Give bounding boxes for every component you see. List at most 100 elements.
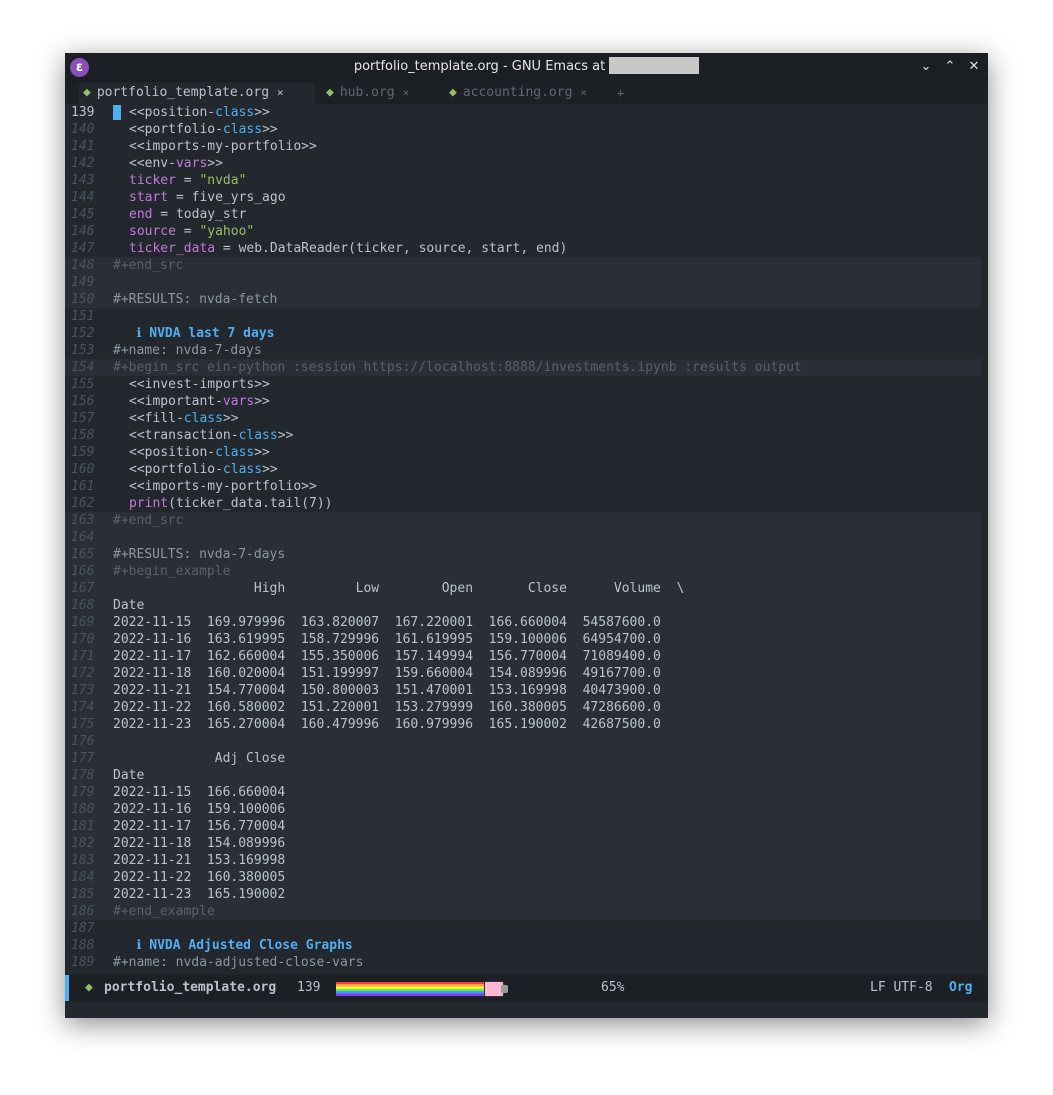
token-text: <<imports-my-portfolio>> <box>129 139 317 154</box>
nyan-scroll-indicator[interactable] <box>336 982 485 996</box>
code-line[interactable]: 175 2022-11-23 165.270004 160.479996 160.… <box>65 716 981 733</box>
code-line[interactable]: 166 #+begin_example <box>65 563 981 580</box>
code-line[interactable]: 174 2022-11-22 160.580002 151.220001 153.… <box>65 699 981 716</box>
token-meta: #+begin_example <box>113 564 231 579</box>
line-text: Date <box>113 767 144 784</box>
code-line[interactable]: 168 Date <box>65 597 981 614</box>
token-bullet: ℹ <box>113 938 150 953</box>
token-text: = <box>175 173 200 188</box>
code-line[interactable]: 155 <<invest-imports>> <box>65 376 981 393</box>
line-number: 166 <box>71 564 95 579</box>
token-keyword: class <box>183 411 223 426</box>
echo-area <box>65 1001 988 1018</box>
line-text: 2022-11-22 160.380005 <box>113 869 285 886</box>
code-line[interactable]: 186 #+end_example <box>65 903 981 920</box>
token-var: start <box>129 190 169 205</box>
code-line[interactable]: 159 <<position-class>> <box>65 444 981 461</box>
token-text: Date <box>113 598 145 613</box>
line-text: <<fill-class>> <box>129 410 239 427</box>
code-line[interactable]: 169 2022-11-15 169.979996 163.820007 167.… <box>65 614 981 631</box>
token-text: <<transaction- <box>129 428 239 443</box>
line-number: 142 <box>71 156 95 171</box>
modeline-major-mode[interactable]: Org <box>949 975 972 1001</box>
maximize-icon[interactable]: ⌃ <box>941 58 959 76</box>
code-line[interactable]: 183 2022-11-21 153.169998 <box>65 852 981 869</box>
code-line[interactable]: 188 ℹ NVDA Adjusted Close Graphs <box>65 937 981 954</box>
code-line[interactable]: 163 #+end_src <box>65 512 981 529</box>
modeline-percent: 65% <box>601 980 625 995</box>
token-text: 2022-11-23 165.270004 160.479996 160.979… <box>113 717 661 732</box>
tab-accounting[interactable]: ◆ accounting.org × <box>445 82 609 104</box>
tab-close-icon[interactable]: × <box>403 86 410 99</box>
code-line[interactable]: 178 Date <box>65 767 981 784</box>
code-line[interactable]: 160 <<portfolio-class>> <box>65 461 981 478</box>
code-line[interactable]: 171 2022-11-17 162.660004 155.350006 157.… <box>65 648 981 665</box>
code-line[interactable]: 153 #+name: nvda-7-days <box>65 342 981 359</box>
code-line[interactable]: 170 2022-11-16 163.619995 158.729996 161.… <box>65 631 981 648</box>
nyan-cat-icon <box>484 981 508 997</box>
line-number: 144 <box>71 190 95 205</box>
token-text: <<imports-my-portfolio>> <box>129 479 317 494</box>
line-text: #+name: nvda-7-days <box>113 342 262 359</box>
code-line[interactable]: 149 <box>65 274 981 291</box>
code-line[interactable]: 150 #+RESULTS: nvda-fetch <box>65 291 981 308</box>
code-line[interactable]: 182 2022-11-18 154.089996 <box>65 835 981 852</box>
code-line[interactable]: 164 <box>65 529 981 546</box>
token-keyword: class <box>222 122 263 137</box>
code-line[interactable]: 184 2022-11-22 160.380005 <box>65 869 981 886</box>
code-line[interactable]: 162 print(ticker_data.tail(7)) <box>65 495 981 512</box>
line-text: 2022-11-21 154.770004 150.800003 151.470… <box>113 682 661 699</box>
minimize-icon[interactable]: ⌄ <box>917 58 935 76</box>
code-line[interactable]: 140 <<portfolio-class>> <box>65 121 981 138</box>
code-line[interactable]: 165 #+RESULTS: nvda-7-days <box>65 546 981 563</box>
code-line[interactable]: 144 start = five_yrs_ago <box>65 189 981 206</box>
new-tab-button[interactable]: + <box>617 82 624 104</box>
code-line[interactable]: 189 #+name: nvda-adjusted-close-vars <box>65 954 981 971</box>
line-number: 185 <box>71 887 95 902</box>
tab-portfolio-template[interactable]: ◆ portfolio_template.org × <box>79 82 315 104</box>
code-line[interactable]: 158 <<transaction-class>> <box>65 427 981 444</box>
code-line[interactable]: 173 2022-11-21 154.770004 150.800003 151.… <box>65 682 981 699</box>
tab-hub[interactable]: ◆ hub.org × <box>322 82 431 104</box>
code-line[interactable]: 185 2022-11-23 165.190002 <box>65 886 981 903</box>
org-unicorn-icon: ◆ <box>83 85 91 100</box>
code-line[interactable]: 148 #+end_src <box>65 257 981 274</box>
line-text: ℹ NVDA Adjusted Close Graphs <box>113 937 352 954</box>
code-line[interactable]: 187 <box>65 920 981 937</box>
code-line[interactable]: 176 <box>65 733 981 750</box>
line-text: #+end_src <box>113 512 183 529</box>
line-text: <<invest-imports>> <box>129 376 270 393</box>
close-window-icon[interactable]: ✕ <box>965 58 983 76</box>
line-number: 149 <box>71 275 95 290</box>
code-line[interactable]: 146 source = "yahoo" <box>65 223 981 240</box>
code-line[interactable]: 143 ticker = "nvda" <box>65 172 981 189</box>
code-line[interactable]: 179 2022-11-15 166.660004 <box>65 784 981 801</box>
code-line[interactable]: 172 2022-11-18 160.020004 151.199997 159.… <box>65 665 981 682</box>
code-line[interactable]: 147 ticker_data = web.DataReader(ticker, … <box>65 240 981 257</box>
token-keyword: class <box>238 428 278 443</box>
code-line[interactable]: 152 ℹ NVDA last 7 days <box>65 325 981 342</box>
code-line[interactable]: 139 <<position-class>> <box>65 104 981 121</box>
code-line[interactable]: 181 2022-11-17 156.770004 <box>65 818 981 835</box>
tab-close-icon[interactable]: × <box>277 86 284 99</box>
editor-buffer[interactable]: 139 <<position-class>> 140 <<portfolio-clas… <box>65 104 988 975</box>
mode-line: ◆ portfolio_template.org 139 65% LF UTF-… <box>65 975 988 1001</box>
code-line[interactable]: 177 Adj Close <box>65 750 981 767</box>
code-line[interactable]: 167 High Low Open Close Volume \ <box>65 580 981 597</box>
line-text: High Low Open Close Volume \ <box>113 580 684 597</box>
code-line[interactable]: 151 <box>65 308 981 325</box>
modeline-filename: portfolio_template.org <box>104 980 277 995</box>
code-line[interactable]: 141 <<imports-my-portfolio>> <box>65 138 981 155</box>
code-line[interactable]: 161 <<imports-my-portfolio>> <box>65 478 981 495</box>
token-dim: #+RESULTS: nvda-7-days <box>113 547 286 562</box>
token-text: <<portfolio- <box>129 462 223 477</box>
code-line[interactable]: 180 2022-11-16 159.100006 <box>65 801 981 818</box>
org-unicorn-icon: ◆ <box>85 980 93 995</box>
code-line[interactable]: 156 <<important-vars>> <box>65 393 981 410</box>
code-line[interactable]: 157 <<fill-class>> <box>65 410 981 427</box>
code-line[interactable]: 154 #+begin_src ein-python :session https… <box>65 359 981 376</box>
line-number: 173 <box>71 683 95 698</box>
tab-close-icon[interactable]: × <box>580 86 587 99</box>
code-line[interactable]: 145 end = today_str <box>65 206 981 223</box>
code-line[interactable]: 142 <<env-vars>> <box>65 155 981 172</box>
